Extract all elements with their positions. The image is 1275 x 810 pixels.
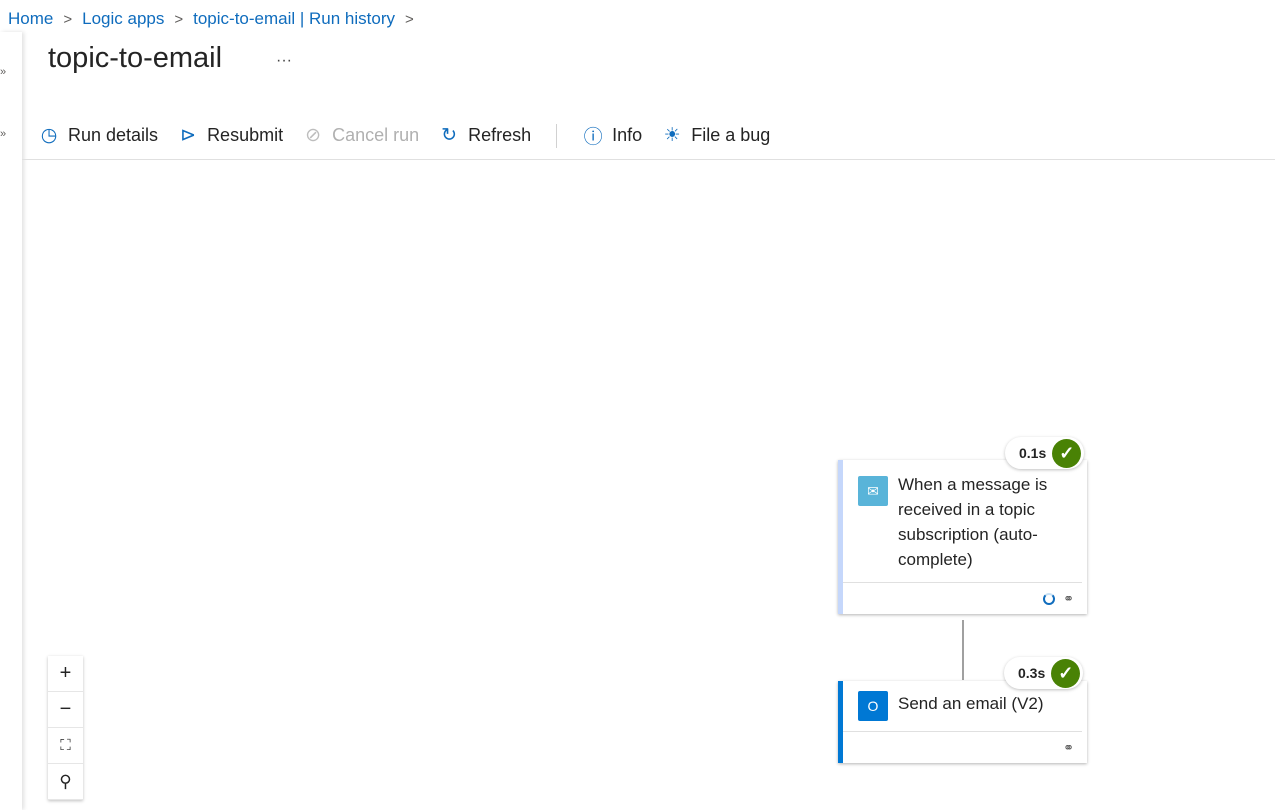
file-bug-button[interactable]: ☀ File a bug — [661, 124, 771, 147]
bug-icon: ☀ — [663, 125, 681, 146]
chevron-right-icon: > — [63, 10, 73, 28]
history-icon: ◷ — [40, 125, 58, 146]
trigger-card[interactable]: ✉ When a message is received in a topic s… — [838, 460, 1087, 614]
refresh-button[interactable]: ↻ Refresh — [438, 124, 531, 147]
refresh-icon: ↻ — [441, 125, 458, 146]
resubmit-button[interactable]: ⊳ Resubmit — [177, 124, 283, 147]
fit-view-button[interactable]: ⛶ — [48, 728, 83, 764]
action-title: Send an email (V2) — [898, 694, 1044, 713]
action-card[interactable]: O Send an email (V2) ⚭ — [838, 681, 1087, 763]
more-options-icon[interactable]: ··· — [276, 52, 292, 70]
expand-icon[interactable]: » — [0, 128, 6, 140]
loading-icon — [1043, 592, 1056, 605]
zoom-out-button[interactable]: − — [48, 692, 83, 728]
divider — [22, 159, 1275, 160]
cancel-icon: ⊘ — [305, 125, 322, 146]
left-rail — [0, 32, 22, 810]
zoom-in-button[interactable]: + — [48, 656, 83, 692]
breadcrumb-logic-apps[interactable]: Logic apps — [82, 9, 164, 29]
breadcrumb: Home > Logic apps > topic-to-email | Run h… — [8, 9, 414, 29]
service-bus-icon: ✉ — [858, 476, 888, 506]
run-details-button[interactable]: ◷ Run details — [38, 124, 158, 147]
chevron-right-icon: > — [405, 10, 414, 28]
expand-icon[interactable]: » — [0, 66, 6, 78]
outlook-icon: O — [858, 691, 888, 721]
info-button[interactable]: ⓘ Info — [582, 122, 643, 149]
check-icon: ✓ — [1052, 438, 1082, 468]
link-icon[interactable]: ⚭ — [1063, 591, 1074, 607]
divider — [556, 123, 558, 148]
breadcrumb-run-history[interactable]: topic-to-email | Run history — [193, 9, 395, 29]
trigger-title: When a message is received in a topic su… — [898, 475, 1048, 569]
link-icon[interactable]: ⚭ — [1063, 740, 1074, 756]
breadcrumb-home[interactable]: Home — [8, 9, 53, 29]
trigger-status-badge: 0.1s ✓ — [1005, 437, 1085, 469]
action-status-badge: 0.3s ✓ — [1004, 657, 1084, 689]
cancel-run-button[interactable]: ⊘ Cancel run — [302, 124, 419, 147]
chevron-right-icon: > — [174, 10, 184, 28]
search-button[interactable]: ⚲ — [48, 764, 83, 800]
info-icon: ⓘ — [583, 127, 603, 148]
page-title: topic-to-email — [48, 42, 223, 74]
check-icon: ✓ — [1051, 658, 1081, 688]
connector-line — [962, 620, 964, 680]
zoom-controls: + − ⛶ ⚲ — [48, 656, 83, 800]
toolbar: ◷ Run details ⊳ Resubmit ⊘ Cancel run ↻ Refr… — [38, 122, 770, 149]
resubmit-icon: ⊳ — [180, 125, 197, 146]
